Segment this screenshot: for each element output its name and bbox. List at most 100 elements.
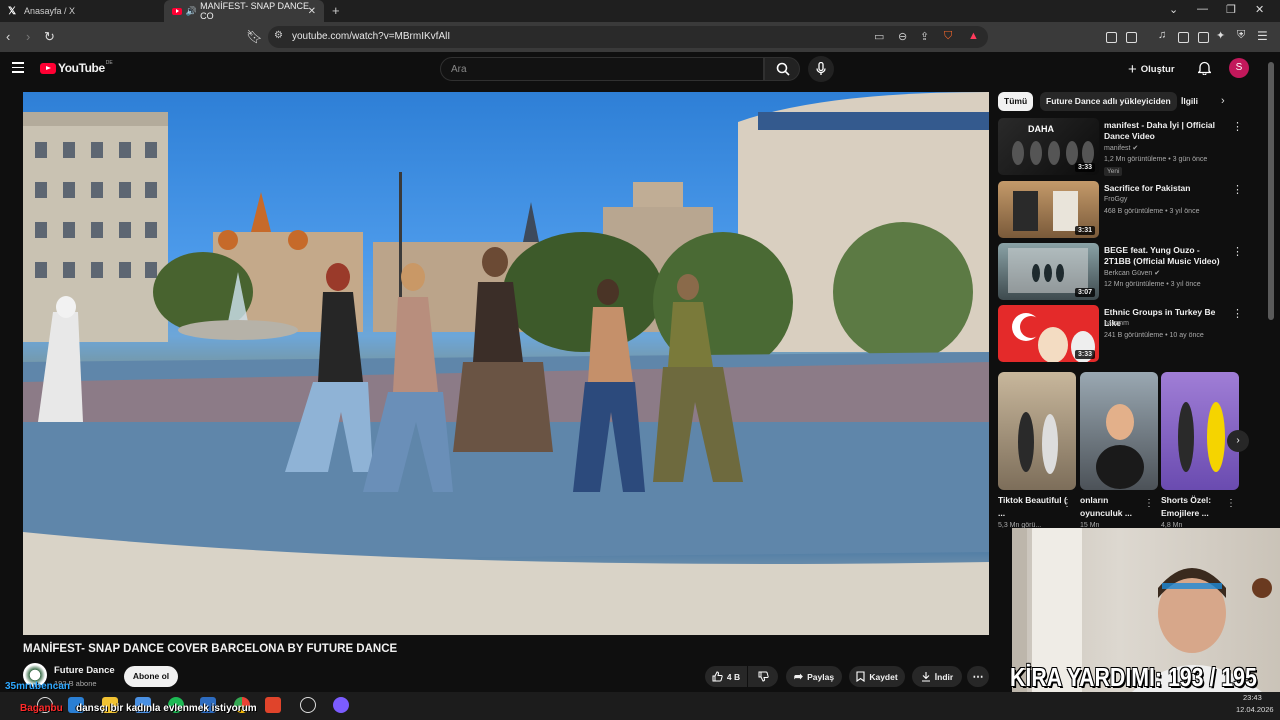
short-image [1178, 402, 1225, 472]
close-window-icon[interactable]: ✕ [1255, 3, 1264, 16]
recommendation-item[interactable]: 3:07 BEGE feat. Yung Ouzo - 2T1BB (Offic… [998, 243, 1248, 301]
tab-list-chevron-icon[interactable]: ⌄ [1169, 3, 1178, 16]
chevron-right-icon[interactable]: › [1221, 95, 1225, 107]
leo-ai-icon[interactable]: ✦ [1216, 29, 1225, 42]
recommendation-channel[interactable]: nazanm [1104, 320, 1129, 327]
create-button[interactable]: + Oluştur [1128, 58, 1175, 80]
short-thumbnail[interactable] [1080, 372, 1158, 490]
site-settings-icon[interactable]: ⚙︎ [274, 30, 283, 41]
browser-address-bar: ‹ › ↻ 🔖︎ ⚙︎ youtube.com/watch?v=MBrmIKvf… [0, 22, 1280, 52]
tab-label: Anasayfa / X [24, 6, 76, 16]
app-icon[interactable] [333, 697, 349, 713]
dislike-button[interactable] [748, 666, 778, 687]
recommendation-item[interactable]: 3:33 Ethnic Groups in Turkey Be Like naz… [998, 305, 1248, 363]
shorts-next-button[interactable]: › [1227, 430, 1249, 452]
sidebar-icon[interactable] [1178, 32, 1189, 43]
youtube-favicon-icon [172, 7, 182, 15]
x-logo-icon: 𝕏 [8, 5, 17, 17]
like-button[interactable]: 4 B [705, 666, 747, 687]
short-thumbnail[interactable] [1161, 372, 1239, 490]
reload-icon[interactable]: ↻ [44, 29, 55, 45]
youtube-logo[interactable]: YouTube DE [40, 60, 113, 75]
share-button[interactable]: ➦ Paylaş [786, 666, 842, 687]
short-title[interactable]: Shorts Özel: Emojilere ... [1161, 494, 1231, 520]
audio-playing-icon: 🔊 [185, 5, 198, 16]
wallet-icon[interactable] [1198, 32, 1209, 43]
country-code: DE [105, 60, 113, 66]
recommendation-title[interactable]: BEGE feat. Yung Ouzo - 2T1BB (Official M… [1104, 245, 1228, 267]
recommendation-channel[interactable]: Berkcan Güven [1104, 270, 1152, 277]
recommendation-channel-row: Berkcan Güven ✔︎ [1104, 269, 1160, 277]
restore-icon[interactable]: ❐ [1226, 3, 1236, 16]
short-title[interactable]: Tiktok Beautiful ( ... [998, 494, 1068, 520]
bookmark-icon[interactable]: 🔖︎ [246, 29, 263, 45]
channel-name[interactable]: Future Dance [54, 665, 115, 676]
url-field[interactable]: ⚙︎ youtube.com/watch?v=MBrmIKvfAlI ▭ ⊖ ⇪… [268, 26, 988, 48]
zoom-icon[interactable]: ⊖ [898, 30, 907, 43]
short-title[interactable]: onların oyunculuk ... [1080, 494, 1150, 520]
page-scrollbar[interactable] [1268, 62, 1274, 320]
recommendation-channel[interactable]: FroGgy [1104, 196, 1127, 203]
voice-search-button[interactable] [808, 56, 834, 82]
more-vertical-icon[interactable]: ⋮ [1144, 498, 1154, 509]
rent-help-counter: KİRA YARDIMI: 193 / 195 [1010, 662, 1257, 692]
search-button[interactable] [764, 57, 800, 81]
chip-from-uploader[interactable]: Future Dance adlı yükleyiciden [1040, 92, 1177, 111]
clock-time[interactable]: 23:43 [1243, 693, 1262, 702]
minimize-icon[interactable]: — [1197, 3, 1208, 15]
extensions-icon[interactable] [1106, 32, 1117, 43]
upload-age: 3 yıl önce [1170, 281, 1201, 288]
upload-age: 3 gün önce [1172, 156, 1208, 163]
brave-shield-icon[interactable]: ⛉ [944, 30, 952, 43]
chevron-right-icon: › [1236, 435, 1240, 446]
account-avatar[interactable]: S [1229, 58, 1249, 78]
recommendation-item[interactable]: DAHA 3:33 manifest - Daha İyi | Official… [998, 118, 1248, 176]
browser-menu-icon[interactable]: ☰ [1257, 29, 1268, 43]
tab-x-home[interactable]: 𝕏 Anasayfa / X [0, 0, 162, 22]
recommendation-title[interactable]: manifest - Daha İyi | Official Dance Vid… [1104, 120, 1228, 142]
screenshot-icon[interactable] [1126, 32, 1137, 43]
recommendation-title[interactable]: Sacrifice for Pakistan [1104, 183, 1228, 194]
new-tab-icon[interactable]: + [332, 3, 340, 18]
tab-youtube-video[interactable]: 🔊 MANİFEST- SNAP DANCE CO ✕ [164, 0, 324, 22]
chip-all[interactable]: Tümü [998, 92, 1034, 111]
video-thumbnail[interactable]: 3:07 [998, 243, 1099, 300]
search-input[interactable] [451, 62, 751, 77]
download-button[interactable]: İndir [912, 666, 962, 687]
back-icon[interactable]: ‹ [6, 29, 10, 44]
vpn-icon[interactable]: ⛨ [1237, 29, 1245, 42]
more-vertical-icon[interactable]: ⋮ [1232, 183, 1243, 196]
video-thumbnail[interactable]: 3:31 [998, 181, 1099, 238]
brave-rewards-icon[interactable]: ▲ [968, 30, 979, 42]
video-player[interactable] [23, 92, 989, 635]
brave-icon[interactable] [265, 697, 281, 713]
recommendation-meta: 468 B görüntüleme • 3 yıl önce [1104, 208, 1200, 215]
more-vertical-icon[interactable]: ⋮ [1232, 245, 1243, 258]
subscribe-button[interactable]: Abone ol [124, 666, 178, 687]
recommendation-channel[interactable]: manifest [1104, 145, 1130, 152]
cast-icon[interactable]: ▭ [874, 30, 884, 43]
view-count: 1,2 Mn görüntüleme [1104, 156, 1167, 163]
download-icon [921, 672, 930, 682]
video-thumbnail[interactable]: DAHA 3:33 [998, 118, 1099, 175]
more-vertical-icon[interactable]: ⋮ [1062, 498, 1072, 509]
share-page-icon[interactable]: ⇪ [920, 30, 929, 43]
more-vertical-icon[interactable]: ⋮ [1232, 120, 1243, 133]
video-duration: 3:33 [1074, 163, 1095, 172]
media-icon[interactable]: ♫ [1158, 29, 1166, 41]
obs-icon[interactable] [300, 697, 316, 713]
notifications-bell-icon[interactable] [1198, 61, 1211, 75]
save-button[interactable]: Kaydet [849, 666, 905, 687]
video-thumbnail[interactable]: 3:33 [998, 305, 1099, 362]
more-vertical-icon[interactable]: ⋮ [1232, 307, 1243, 320]
more-vertical-icon[interactable]: ⋮ [1226, 498, 1236, 509]
recommendation-item[interactable]: 3:31 Sacrifice for Pakistan FroGgy 468 B… [998, 181, 1248, 239]
chip-related[interactable]: İlgili [1175, 92, 1204, 111]
close-tab-icon[interactable]: ✕ [308, 6, 316, 17]
more-actions-button[interactable]: ⋯ [967, 666, 989, 687]
hamburger-menu-icon[interactable] [12, 62, 24, 76]
short-image [1018, 412, 1058, 474]
clock-date[interactable]: 12.04.2026 [1236, 705, 1274, 714]
short-thumbnail[interactable] [998, 372, 1076, 490]
forward-icon[interactable]: › [26, 29, 30, 44]
